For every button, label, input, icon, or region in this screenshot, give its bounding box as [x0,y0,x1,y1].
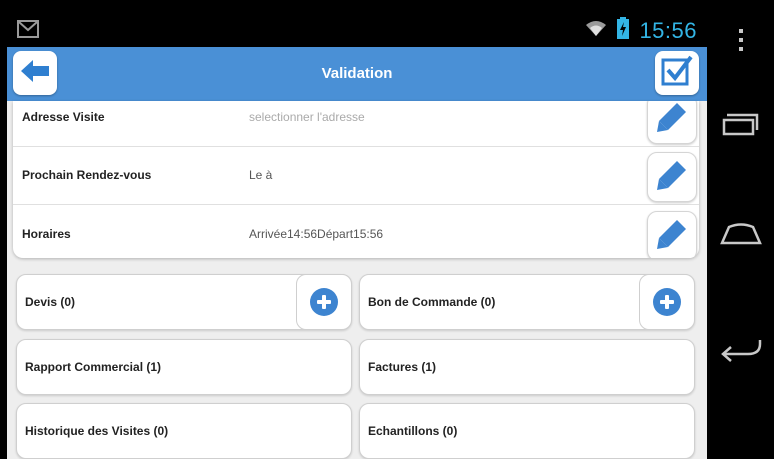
appointment-value[interactable]: Le à [249,146,272,204]
checkbox-check-icon [660,54,694,93]
back-icon [718,336,764,371]
card-label: Devis (0) [25,295,76,309]
card-label: Historique des Visites (0) [25,424,169,438]
system-nav-bar [707,13,774,459]
row-adresse-visite: Adresse Visite selectionner l'adresse [13,101,699,147]
devis-card[interactable]: Devis (0) [16,274,352,330]
recent-apps-button[interactable] [707,108,774,144]
battery-charging-icon [617,17,630,44]
historique-visites-card[interactable]: Historique des Visites (0) [16,403,352,459]
back-button[interactable] [13,51,57,95]
row-label: Horaires [22,227,71,241]
page-title: Validation [321,65,393,82]
card-label: Factures (1) [368,360,437,374]
validate-button[interactable] [655,51,699,95]
rapport-commercial-card[interactable]: Rapport Commercial (1) [16,339,352,395]
row-label: Prochain Rendez-vous [22,168,152,182]
factures-card[interactable]: Factures (1) [359,339,695,395]
wifi-icon [585,19,607,42]
app-bar: Validation [7,47,707,101]
plus-circle-icon [310,288,338,316]
overflow-menu-button[interactable] [707,27,774,57]
schedule-value[interactable]: Arrivée14:56Départ15:56 [249,205,383,258]
edit-schedule-button[interactable] [647,211,697,258]
card-label: Rapport Commercial (1) [25,360,162,374]
nav-back-button[interactable] [707,335,774,371]
plus-circle-icon [653,288,681,316]
card-label: Bon de Commande (0) [368,295,496,309]
address-selector[interactable]: selectionner l'adresse [249,101,365,146]
pencil-icon [655,217,689,256]
row-horaires: Horaires Arrivée14:56Départ15:56 [13,205,699,258]
row-label: Adresse Visite [22,110,105,124]
bon-commande-card[interactable]: Bon de Commande (0) [359,274,695,330]
status-time: 15:56 [639,17,697,43]
edit-address-button[interactable] [647,101,697,144]
add-bon-commande-button[interactable] [639,274,695,330]
visit-details-panel: Adresse Visite selectionner l'adresse Pr… [13,101,699,258]
echantillons-card[interactable]: Echantillons (0) [359,403,695,459]
add-devis-button[interactable] [296,274,352,330]
card-label: Echantillons (0) [368,424,458,438]
pencil-icon [655,158,689,197]
pencil-icon [655,101,689,139]
status-bar: 15:56 [7,13,707,47]
recent-apps-icon [721,112,761,141]
row-prochain-rendez-vous: Prochain Rendez-vous Le à [13,146,699,205]
gmail-icon [17,20,39,38]
edit-appointment-button[interactable] [647,152,697,202]
back-arrow-icon [19,58,51,89]
home-button[interactable] [707,218,774,254]
home-icon [719,221,763,252]
app-screen: 15:56 Validation Adresse Visite selectio… [7,13,707,459]
overflow-menu-icon [738,28,744,56]
